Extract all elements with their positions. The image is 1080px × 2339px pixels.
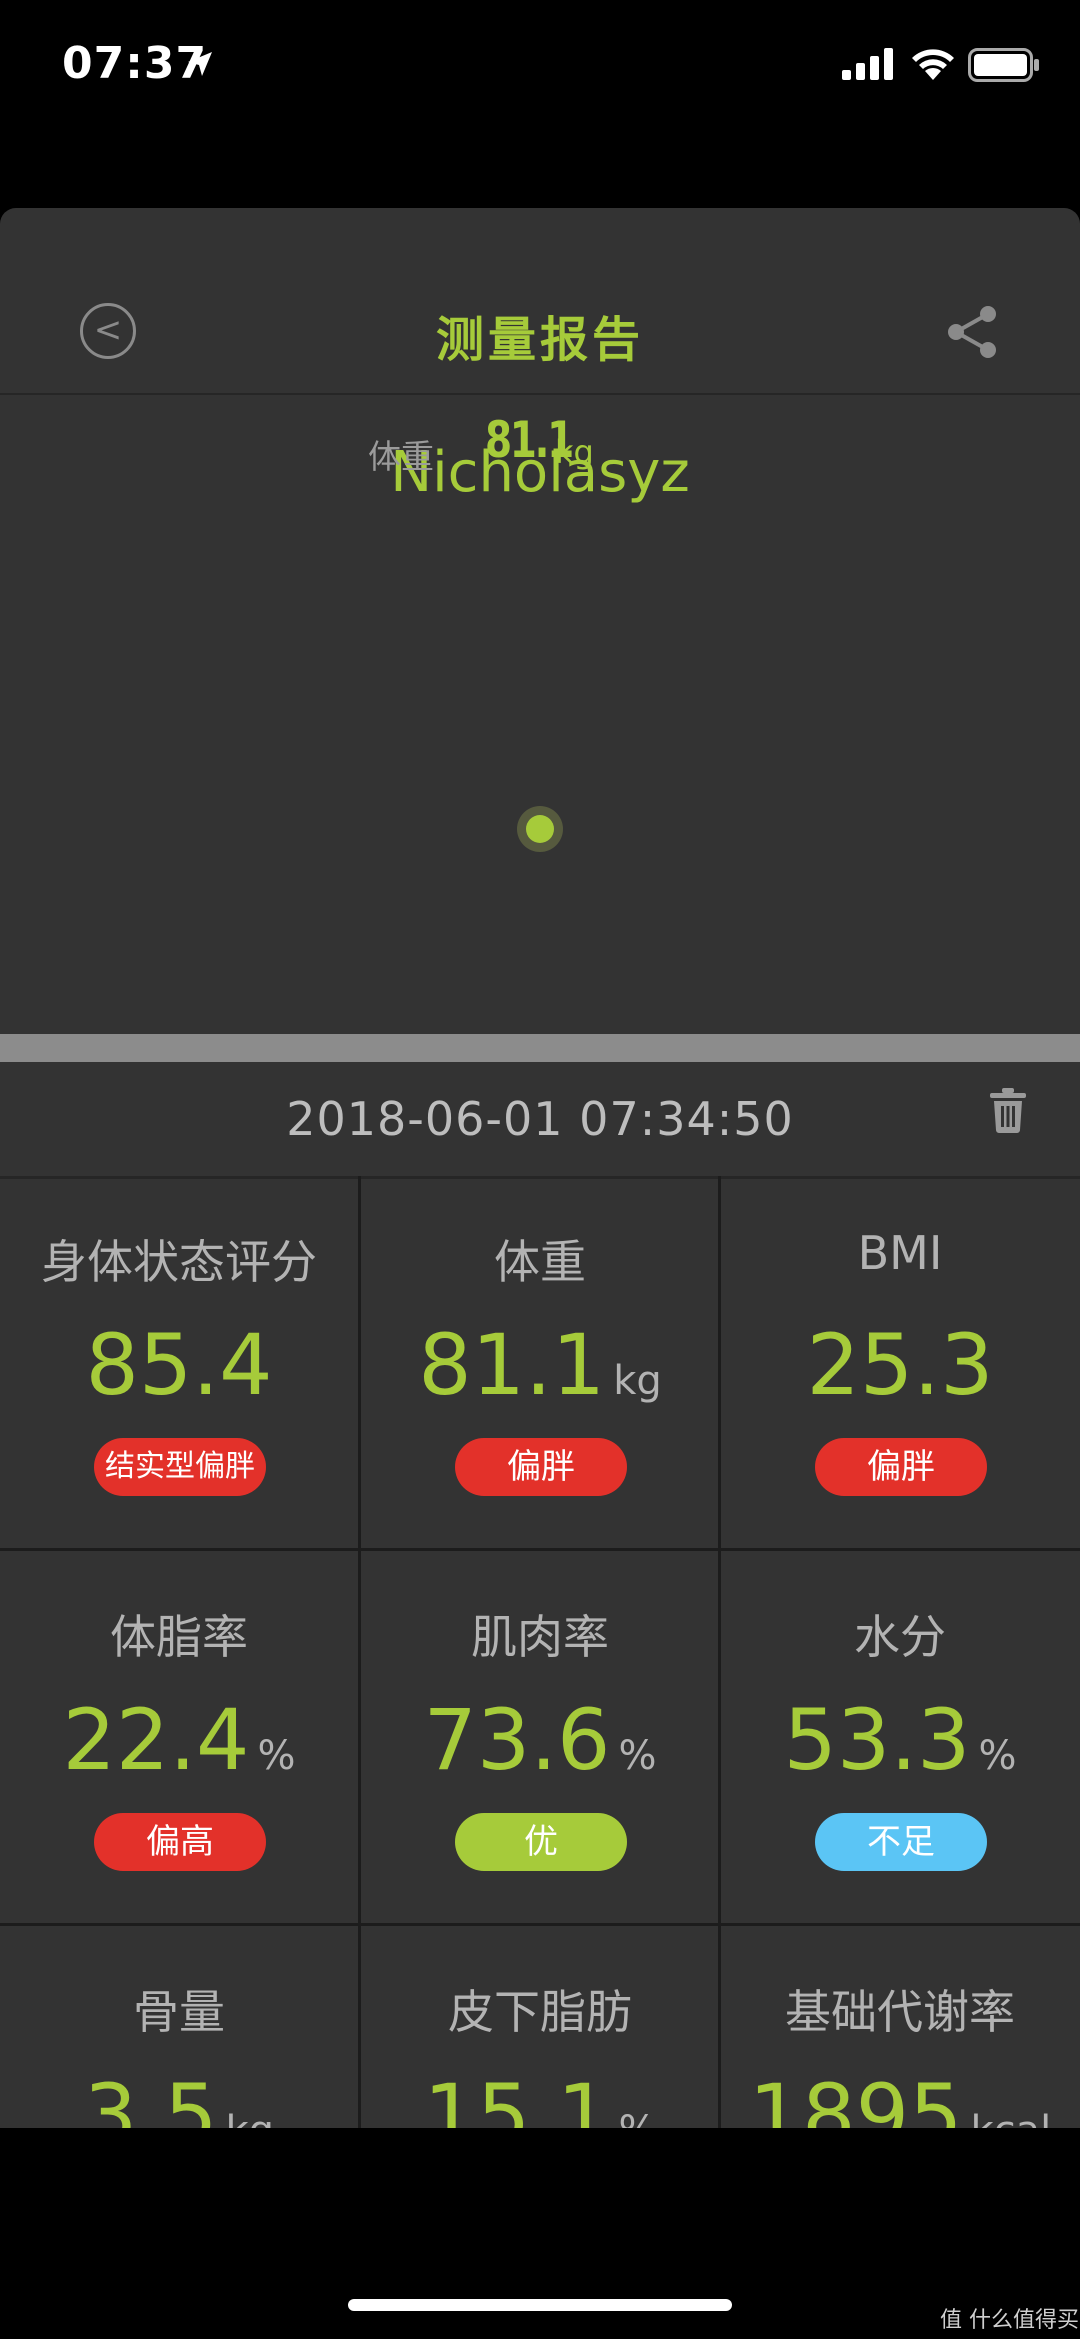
metric-unit: kg [613, 1358, 662, 1404]
status-badge: 优 [455, 1813, 627, 1871]
metric-value: 73.6 [423, 1691, 611, 1789]
metric-unit: kg [226, 2108, 275, 2128]
metric-cell-body-fat[interactable]: 体脂率 22.4% 偏高 [0, 1551, 358, 1923]
record-datetime: 2018-06-01 07:34:50 [286, 1092, 794, 1146]
weight-marker-dot[interactable] [517, 806, 563, 852]
metric-cell-weight[interactable]: 体重 81.1 kg 偏胖 [361, 1176, 719, 1548]
metric-label: 身体状态评分 [41, 1235, 317, 1289]
record-header: 2018-06-01 07:34:50 [0, 1062, 1080, 1179]
metric-cell-body-score[interactable]: 身体状态评分 85.4 结实型偏胖 [0, 1176, 358, 1548]
home-indicator[interactable] [348, 2299, 732, 2311]
watermark: 值 什么值得买 [940, 2308, 1079, 2333]
metric-unit: % [257, 1733, 296, 1779]
measurement-report-screen: < 测量报告 Nicholasyz 体重 81.1 kg 2018-06-01 … [0, 208, 1080, 2128]
metric-label: 水分 [854, 1610, 946, 1664]
section-divider [0, 1034, 1080, 1062]
nav-bar: < 测量报告 [0, 208, 1080, 395]
wifi-icon [912, 49, 954, 80]
metric-cell-bone-mass[interactable]: 骨量 3.5 kg [0, 1926, 358, 2128]
metric-label: BMI [857, 1226, 943, 1280]
share-icon[interactable] [944, 304, 1000, 360]
metric-value: 1895 [748, 2066, 963, 2128]
metric-label: 肌肉率 [471, 1610, 609, 1664]
status-badge: 偏高 [94, 1813, 266, 1871]
cellular-signal-icon [842, 48, 893, 80]
metric-unit: kcal [971, 2108, 1052, 2128]
metric-unit: % [618, 1733, 657, 1779]
metric-label: 体脂率 [110, 1610, 248, 1664]
status-badge: 偏胖 [815, 1438, 987, 1496]
metric-cell-water[interactable]: 水分 53.3% 不足 [721, 1551, 1079, 1923]
metric-value: 3.5 [83, 2066, 218, 2128]
page-title: 测量报告 [435, 312, 644, 368]
location-arrow-icon [188, 52, 212, 76]
metric-label: 体重 [494, 1235, 586, 1289]
status-bar: 07:37 [0, 0, 1080, 140]
weight-marker-label: 体重 [368, 437, 434, 476]
metric-value: 22.4 [62, 1691, 250, 1789]
metric-cell-bmr[interactable]: 基础代谢率 1895 kcal [721, 1926, 1079, 2128]
metric-label: 基础代谢率 [785, 1985, 1015, 2039]
metric-unit: % [978, 1733, 1017, 1779]
metric-value: 53.3 [783, 1691, 971, 1789]
metric-cell-bmi[interactable]: BMI 25.3 偏胖 [721, 1176, 1079, 1548]
metric-value: 15.1 [423, 2066, 611, 2128]
metric-label: 骨量 [133, 1985, 225, 2039]
metric-value: 85.4 [85, 1316, 273, 1414]
trash-icon[interactable] [988, 1086, 1028, 1134]
metric-value: 25.3 [806, 1316, 994, 1414]
metric-value: 81.1 [418, 1316, 606, 1414]
status-badge: 偏胖 [455, 1438, 627, 1496]
status-badge: 不足 [815, 1813, 987, 1871]
metric-unit: % [619, 2108, 657, 2128]
status-badge: 结实型偏胖 [94, 1438, 266, 1496]
weight-marker-unit: kg [555, 433, 594, 471]
metric-cell-subcutaneous-fat[interactable]: 皮下脂肪 15.1% [361, 1926, 719, 2128]
battery-icon [968, 48, 1039, 82]
metric-label: 皮下脂肪 [448, 1985, 632, 2039]
metric-cell-muscle[interactable]: 肌肉率 73.6% 优 [361, 1551, 719, 1923]
